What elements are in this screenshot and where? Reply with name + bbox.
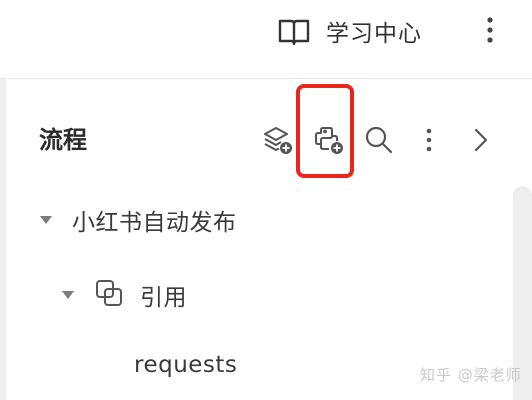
tree-item-flow[interactable]: 小红书自动发布 <box>40 203 237 237</box>
learn-center-button[interactable]: 学习中心 <box>278 12 422 50</box>
search-icon[interactable] <box>362 123 396 157</box>
add-python-module-icon[interactable] <box>312 123 346 157</box>
tree-item-requests[interactable]: requests <box>134 352 237 378</box>
tree-item-reference[interactable]: 引用 <box>62 278 187 312</box>
panel-title: 流程 <box>39 126 87 154</box>
caret-down-icon[interactable] <box>62 291 74 299</box>
caret-down-icon[interactable] <box>40 216 52 224</box>
panel-more-vertical-icon[interactable] <box>412 123 446 157</box>
learn-center-label: 学习中心 <box>326 21 422 47</box>
requests-label: requests <box>134 352 238 378</box>
book-icon <box>278 17 310 45</box>
watermark: 知乎 @梁老师 <box>420 366 522 384</box>
flow-panel: 流程 小红书自动发布 引用 requests <box>6 79 532 400</box>
more-vertical-icon[interactable] <box>478 13 502 47</box>
top-bar: 学习中心 <box>0 0 532 79</box>
chevron-right-icon[interactable] <box>464 123 498 157</box>
reference-label: 引用 <box>140 285 187 311</box>
reference-icon <box>94 278 124 312</box>
add-layer-icon[interactable] <box>260 123 294 157</box>
flow-name-label: 小红书自动发布 <box>72 210 237 236</box>
